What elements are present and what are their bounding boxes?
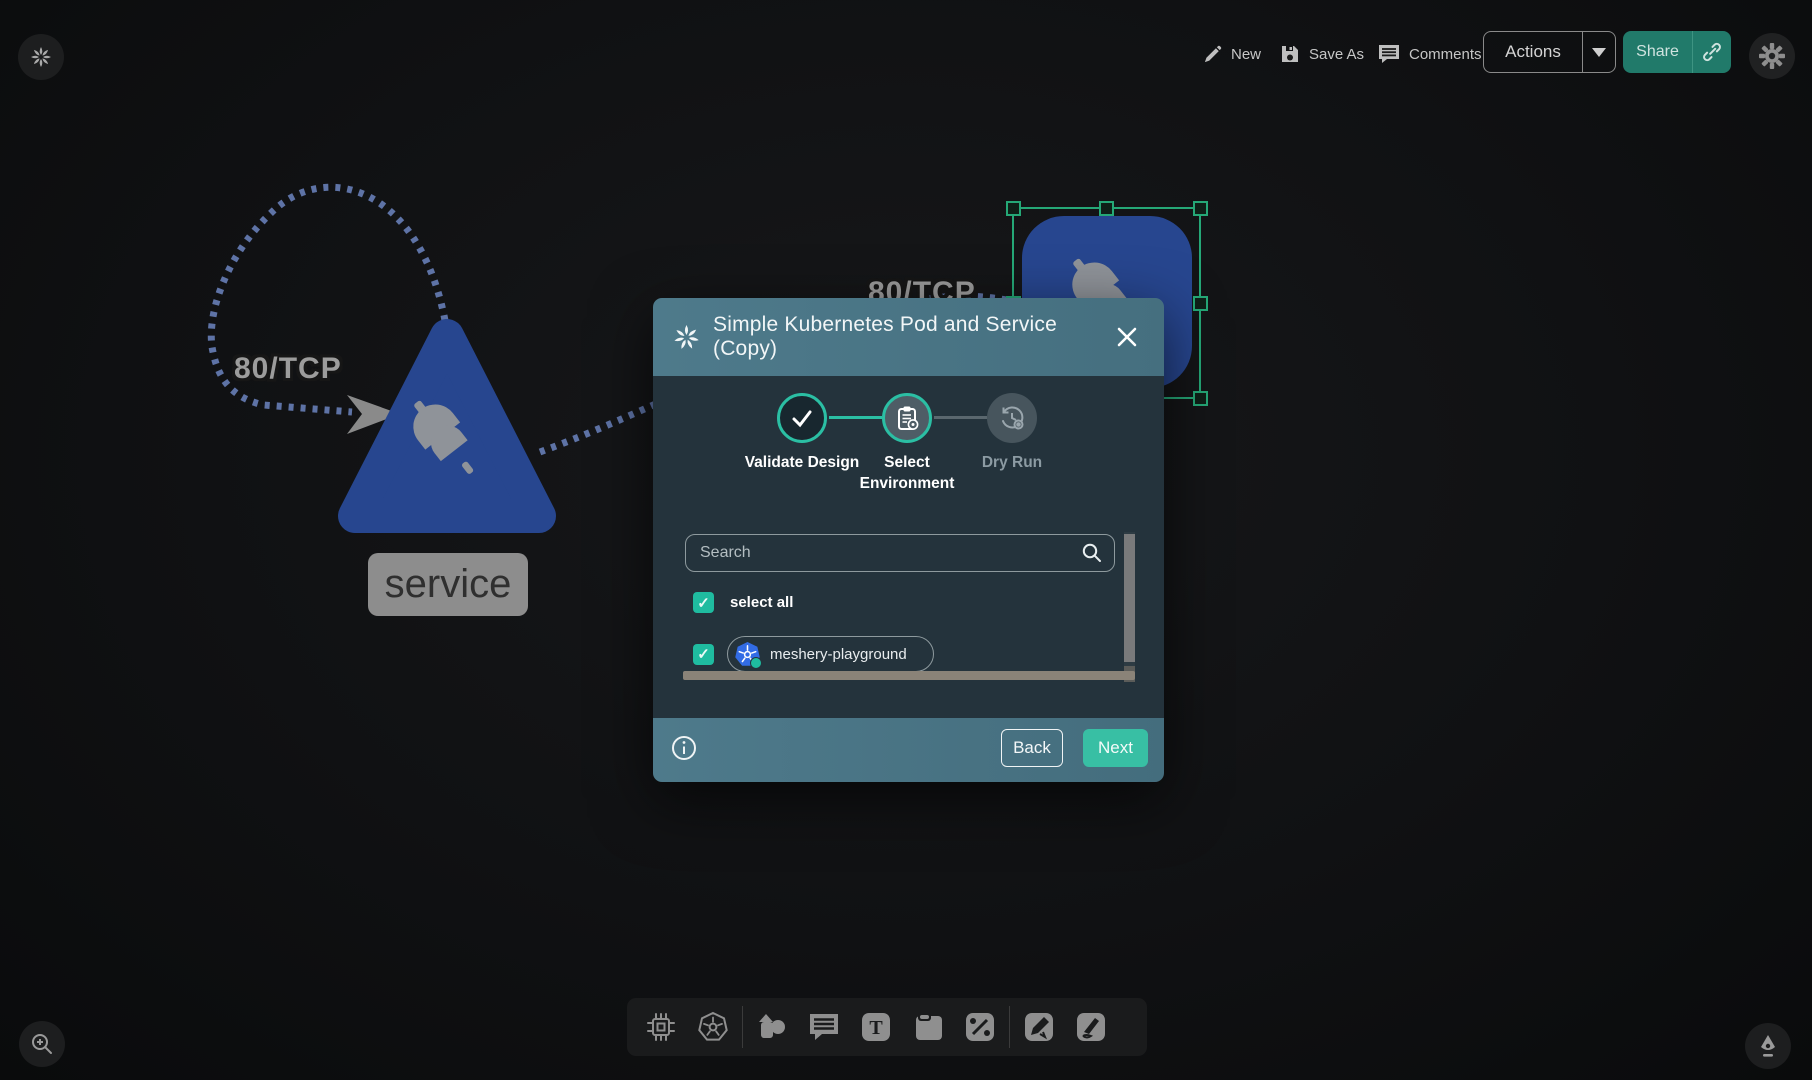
environment-name: meshery-playground <box>770 646 907 663</box>
vertical-scrollbar[interactable] <box>1124 532 1135 682</box>
select-all-label: select all <box>730 594 793 611</box>
sketch-tool-icon[interactable] <box>1065 1004 1117 1050</box>
select-all-row: ✓ select all <box>693 592 793 613</box>
clipboard-gear-icon <box>894 405 920 431</box>
comment-tool-icon[interactable] <box>798 1004 850 1050</box>
meshery-logo-icon <box>673 324 700 351</box>
component-library-icon[interactable] <box>635 1004 687 1050</box>
check-icon <box>790 406 814 430</box>
environment-checkbox[interactable]: ✓ <box>693 644 714 665</box>
horizontal-scrollbar[interactable] <box>683 671 1135 680</box>
service-node[interactable] <box>355 336 539 516</box>
svg-text:T: T <box>869 1017 883 1039</box>
deploy-modal: Simple Kubernetes Pod and Service (Copy) <box>653 298 1164 782</box>
scrollbar-thumb[interactable] <box>1124 534 1135 662</box>
edge-port-label: 80/TCP <box>234 352 342 386</box>
close-icon[interactable] <box>1110 320 1144 354</box>
text-tool-icon[interactable]: T <box>850 1004 902 1050</box>
connection-status-dot <box>750 657 762 669</box>
environment-row: ✓ meshe <box>693 636 934 672</box>
connection-tool-icon[interactable] <box>954 1004 1006 1050</box>
toolbar-divider <box>742 1006 743 1048</box>
step-select-environment <box>882 393 932 443</box>
step-dry-run <box>987 393 1037 443</box>
service-node-label: service <box>368 553 528 616</box>
select-all-checkbox[interactable]: ✓ <box>693 592 714 613</box>
step-connector <box>934 416 987 419</box>
pen-tool-icon[interactable] <box>1013 1004 1065 1050</box>
step-validate-design <box>777 393 827 443</box>
shapes-tool-icon[interactable] <box>746 1004 798 1050</box>
next-button[interactable]: Next <box>1083 729 1148 767</box>
info-icon[interactable] <box>671 735 697 766</box>
history-gear-icon <box>999 405 1025 431</box>
modal-header: Simple Kubernetes Pod and Service (Copy) <box>653 298 1164 376</box>
step-label-dry-run: Dry Run <box>952 453 1072 474</box>
meshery-app: 80/TCP 80/TCP service New Save As <box>0 0 1812 1080</box>
modal-footer: Back Next <box>653 718 1164 782</box>
step-label-select-environment: Select Environment <box>847 453 967 495</box>
environment-chip[interactable]: meshery-playground <box>727 636 934 672</box>
rectangle-tool-icon[interactable] <box>902 1004 954 1050</box>
step-connector <box>829 416 882 419</box>
canvas-toolbar: T <box>627 998 1147 1056</box>
search-input[interactable] <box>685 534 1115 572</box>
back-button[interactable]: Back <box>1001 729 1063 767</box>
toolbar-divider <box>1009 1006 1010 1048</box>
modal-title: Simple Kubernetes Pod and Service (Copy) <box>713 313 1110 361</box>
kubernetes-icon <box>734 641 761 668</box>
search-icon[interactable] <box>1081 542 1103 569</box>
modal-body: Validate Design Select Environment Dry R… <box>653 376 1164 718</box>
kubernetes-tool-icon[interactable] <box>687 1004 739 1050</box>
step-label-validate-design: Validate Design <box>742 453 862 474</box>
environment-search <box>685 534 1115 572</box>
